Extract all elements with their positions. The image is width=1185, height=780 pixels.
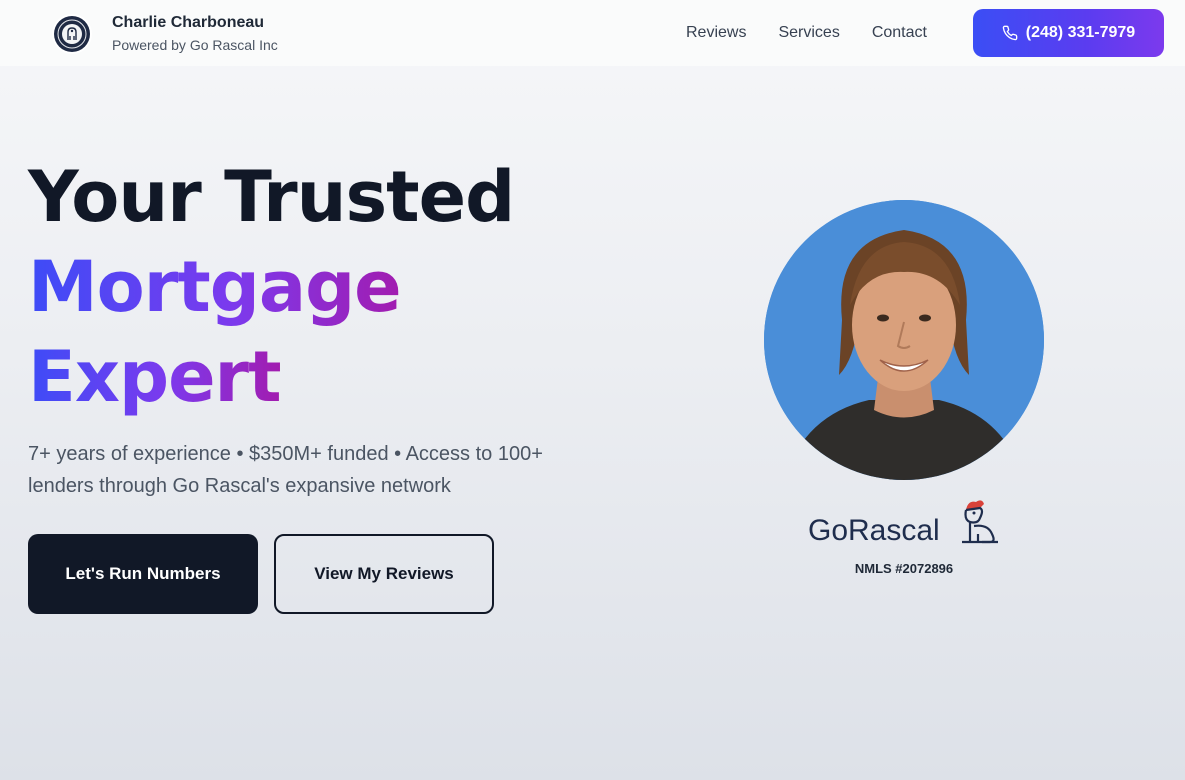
hero-title-line2: Mortgage <box>28 246 402 328</box>
site-header: Charlie Charboneau Powered by Go Rascal … <box>0 0 1185 66</box>
brand-logo[interactable] <box>52 14 92 54</box>
nav-services[interactable]: Services <box>778 22 839 44</box>
gorascal-logo-text: GoRascal <box>808 514 940 547</box>
view-reviews-button[interactable]: View My Reviews <box>274 534 494 614</box>
gorascal-logo: GoRascal <box>806 494 1002 553</box>
run-numbers-button[interactable]: Let's Run Numbers <box>28 534 258 614</box>
phone-icon <box>1002 25 1018 41</box>
nmls-number: NMLS #2072896 <box>854 561 954 576</box>
hero-subtitle: 7+ years of experience • $350M+ funded •… <box>28 443 543 497</box>
phone-button[interactable]: (248) 331-7979 <box>973 9 1164 57</box>
brand-name: Charlie Charboneau <box>112 14 265 31</box>
brand-tagline: Powered by Go Rascal Inc <box>112 37 278 53</box>
phone-number: (248) 331-7979 <box>1025 24 1136 41</box>
main-nav: Reviews Services Contact <box>686 22 959 44</box>
hero-title: Your Trusted Mortgage Expert <box>28 152 668 422</box>
nav-reviews[interactable]: Reviews <box>686 22 746 44</box>
profile-photo <box>764 200 1044 480</box>
brand[interactable]: Charlie Charboneau Powered by Go Rascal … <box>52 13 278 55</box>
rascal-seal-icon <box>54 16 90 52</box>
rascal-dog-icon <box>962 500 998 544</box>
hero-title-line3: Expert <box>28 336 282 418</box>
page: Charlie Charboneau Powered by Go Rascal … <box>0 0 1185 780</box>
nav-contact[interactable]: Contact <box>872 22 927 44</box>
hero-title-line1: Your Trusted <box>28 156 515 238</box>
